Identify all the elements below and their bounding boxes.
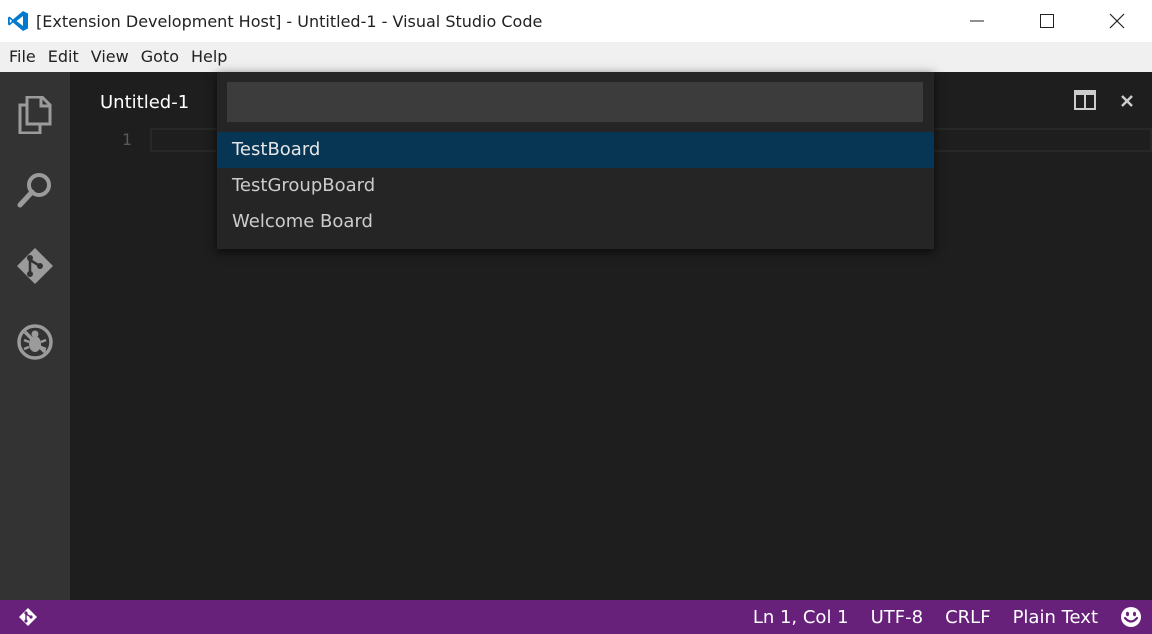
editor-actions [1074,90,1134,114]
status-bar: Ln 1, Col 1 UTF-8 CRLF Plain Text [0,600,1152,634]
quick-pick-widget: TestBoard TestGroupBoard Welcome Board [217,72,934,249]
language-mode-selector[interactable]: Plain Text [1013,607,1098,628]
line-number: 1 [122,130,132,149]
menu-file[interactable]: File [3,42,42,72]
vscode-logo-icon [7,10,29,32]
menu-help[interactable]: Help [185,42,233,72]
close-icon[interactable] [1082,0,1152,42]
maximize-icon[interactable] [1012,0,1082,42]
search-icon[interactable] [0,155,70,225]
editor-title[interactable]: Untitled-1 [100,92,189,113]
git-branch-icon[interactable] [18,607,38,631]
window-title: [Extension Development Host] - Untitled-… [36,11,543,31]
smiley-feedback-icon[interactable] [1120,606,1142,628]
status-bar-right: Ln 1, Col 1 UTF-8 CRLF Plain Text [731,600,1142,634]
menu-edit[interactable]: Edit [42,42,85,72]
activity-bar [0,72,70,600]
quick-pick-list: TestBoard TestGroupBoard Welcome Board [217,132,934,240]
git-icon[interactable] [0,231,70,301]
debug-icon[interactable] [0,307,70,377]
encoding-selector[interactable]: UTF-8 [871,607,923,628]
explorer-files-icon[interactable] [0,80,70,150]
minimize-icon[interactable] [942,0,1012,42]
quick-pick-item-testboard[interactable]: TestBoard [217,132,934,168]
line-ending-selector[interactable]: CRLF [945,607,990,628]
menu-bar: File Edit View Goto Help [0,42,1152,72]
quick-pick-item-testgroupboard[interactable]: TestGroupBoard [217,168,934,204]
menu-goto[interactable]: Goto [135,42,185,72]
quick-pick-item-welcome-board[interactable]: Welcome Board [217,204,934,240]
cursor-position[interactable]: Ln 1, Col 1 [753,607,849,628]
window-controls [942,0,1152,42]
menu-view[interactable]: View [85,42,135,72]
close-editor-icon[interactable] [1120,93,1134,112]
quick-pick-input[interactable] [227,82,923,122]
title-bar: [Extension Development Host] - Untitled-… [0,0,1152,42]
split-editor-icon[interactable] [1074,90,1096,114]
